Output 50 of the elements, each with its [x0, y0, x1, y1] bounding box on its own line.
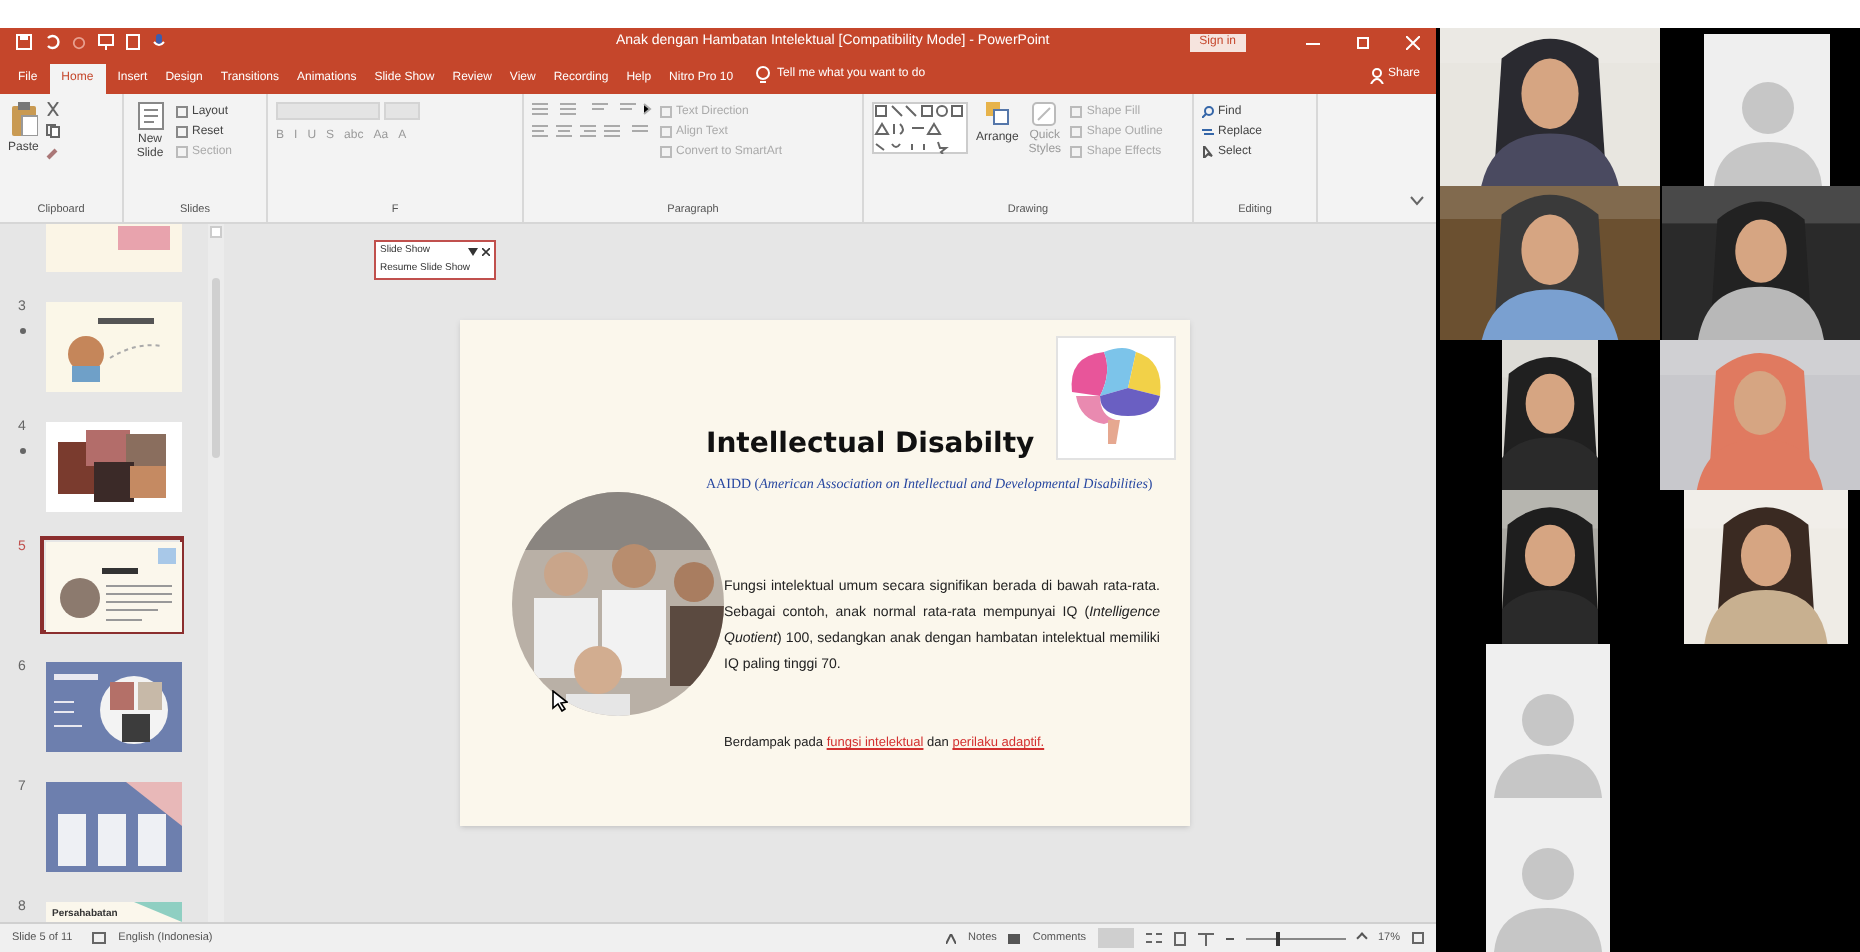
person-icon — [1369, 67, 1384, 83]
close-icon[interactable] — [482, 247, 490, 256]
replace-icon — [1202, 126, 1214, 138]
slideshow-icon[interactable] — [1197, 931, 1214, 945]
shape-outline-icon — [1070, 126, 1083, 138]
collapse-ribbon-icon[interactable] — [1410, 196, 1424, 206]
slide-thumbnail[interactable] — [40, 416, 184, 514]
spellcheck-icon[interactable] — [92, 932, 107, 944]
slide-thumbnail[interactable] — [40, 776, 184, 874]
slide-layout-icon — [137, 102, 163, 130]
brain-icon — [1056, 336, 1176, 460]
smartart-icon — [660, 146, 672, 158]
zoom-slider-thumb[interactable] — [1275, 931, 1280, 945]
fit-window-icon[interactable] — [1412, 932, 1424, 944]
quick-styles-icon — [1032, 102, 1057, 126]
presentation-icon[interactable] — [98, 34, 114, 50]
scissors-icon[interactable] — [46, 102, 61, 116]
undo-icon[interactable] — [44, 34, 60, 50]
cursor-icon — [552, 690, 568, 712]
slide-thumbnail[interactable] — [40, 296, 184, 394]
section-icon — [176, 146, 188, 158]
save-icon[interactable] — [16, 34, 32, 50]
lightbulb-icon — [755, 66, 770, 84]
shape-fill-icon — [1070, 106, 1083, 118]
slide-thumbnail[interactable] — [40, 536, 184, 634]
cursor-icon — [1202, 146, 1214, 158]
document-icon[interactable] — [126, 34, 140, 50]
zoom-in-button[interactable] — [1356, 932, 1368, 944]
copy-icon[interactable] — [46, 124, 61, 138]
search-icon — [1202, 106, 1214, 118]
reading-view-icon[interactable] — [1173, 931, 1186, 945]
reset-icon — [176, 126, 188, 138]
microphone-icon[interactable] — [152, 34, 166, 50]
comment-icon — [1008, 933, 1021, 943]
brush-icon[interactable] — [46, 146, 61, 160]
clipboard-icon — [9, 102, 38, 136]
restore-icon[interactable] — [1356, 35, 1370, 49]
font-name-field[interactable] — [276, 102, 380, 120]
arrange-icon — [985, 102, 1010, 126]
align-text-icon — [660, 126, 672, 138]
shapes-gallery-drawing[interactable] — [872, 102, 968, 154]
dropdown-icon[interactable] — [468, 247, 478, 256]
notes-icon — [946, 933, 957, 943]
text-direction-icon — [660, 106, 672, 118]
shape-effects-icon — [1070, 146, 1083, 158]
slide-sorter-icon[interactable] — [1145, 932, 1162, 944]
layout-icon — [176, 106, 188, 118]
slide-thumbnail[interactable] — [40, 656, 184, 754]
slide-title: Intellectual Disabilty — [706, 426, 1035, 464]
font-size-field[interactable] — [384, 102, 420, 120]
